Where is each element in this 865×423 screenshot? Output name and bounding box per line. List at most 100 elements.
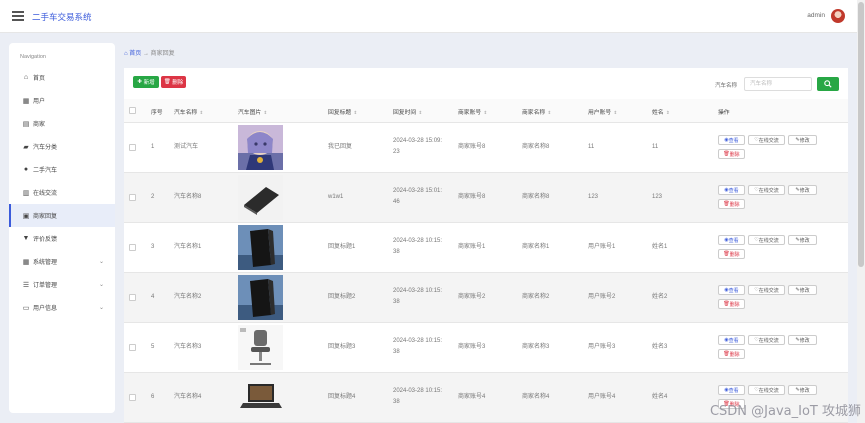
row-checkbox[interactable]	[129, 344, 136, 351]
search-input[interactable]: 汽车名称	[744, 77, 812, 91]
row-index: 3	[151, 244, 155, 250]
view-button[interactable]: ◉ 查看	[718, 335, 745, 345]
user-card-icon: ▭	[22, 304, 30, 312]
car-name: 测试汽车	[174, 144, 199, 150]
sidebar-item-5[interactable]: ▥ 在线交流	[9, 181, 115, 204]
edit-button[interactable]: ✎ 修改	[788, 285, 817, 295]
action-label: 删除	[729, 351, 740, 358]
row-delete-button[interactable]: 🗑 删除	[718, 249, 745, 259]
sidebar-item-label: 系统管理	[33, 260, 58, 266]
row-delete-button[interactable]: 🗑 删除	[718, 299, 745, 309]
menu-toggle-icon[interactable]	[12, 11, 24, 21]
reply-time: 2024-03-28 10:15:	[393, 288, 443, 294]
chat-button[interactable]: ♡ 在线交流	[748, 135, 785, 145]
chat-button[interactable]: ♡ 在线交流	[748, 235, 785, 245]
sort-icon[interactable]: ⇕	[612, 110, 617, 115]
breadcrumb-home[interactable]: ⌂ 首页	[124, 51, 141, 57]
row-delete-button[interactable]: 🗑 删除	[718, 349, 745, 359]
sort-icon[interactable]: ⇕	[417, 110, 422, 115]
sort-icon[interactable]: ⇕	[262, 110, 267, 115]
user-name: 姓名4	[652, 394, 668, 400]
sidebar-item-0[interactable]: ⌂ 首页	[9, 66, 115, 89]
feedback-icon: ▼	[22, 235, 30, 242]
row-checkbox[interactable]	[129, 394, 136, 401]
sort-icon[interactable]: ⇕	[546, 110, 551, 115]
merchant-name: 商家名称8	[522, 144, 550, 150]
username[interactable]: admin	[807, 12, 825, 19]
chat-button[interactable]: ♡ 在线交流	[748, 185, 785, 195]
chat-button[interactable]: ♡ 在线交流	[748, 285, 785, 295]
sidebar-item-2[interactable]: ▤ 商家	[9, 112, 115, 135]
column-header[interactable]: 汽车名称 ⇕	[174, 107, 203, 116]
reply-title: 回复标题3	[328, 344, 356, 350]
plus-icon: ✚	[137, 79, 143, 85]
sidebar-item-6[interactable]: ▣ 商家回复	[9, 204, 115, 227]
sidebar-item-1[interactable]: ▦ 用户	[9, 89, 115, 112]
column-header[interactable]: 回复时间 ⇕	[393, 107, 422, 116]
view-button[interactable]: ◉ 查看	[718, 185, 745, 195]
sidebar-item-3[interactable]: ▰ 汽车分类	[9, 135, 115, 158]
sort-icon[interactable]: ⇕	[665, 110, 670, 115]
view-button[interactable]: ◉ 查看	[718, 135, 745, 145]
action-label: 在线交流	[758, 137, 779, 144]
row-delete-button[interactable]: 🗑 删除	[718, 149, 745, 159]
action-label: 在线交流	[758, 337, 779, 344]
column-header[interactable]: 回复标题 ⇕	[328, 107, 357, 116]
avatar[interactable]	[831, 9, 845, 23]
search-button[interactable]	[817, 77, 839, 91]
edit-button[interactable]: ✎ 修改	[788, 335, 817, 345]
select-all-checkbox[interactable]	[129, 107, 136, 114]
table-row: 3 汽车名称1 回复标题1 商家账号1 商家名称1 用户账号1 姓名1 2024-03-28 …	[124, 223, 848, 273]
car-icon: ▰	[23, 143, 29, 151]
reply-title: 我已回复	[328, 144, 353, 150]
row-delete-button[interactable]: 🗑 删除	[718, 199, 745, 209]
scroll-thumb[interactable]	[858, 2, 864, 267]
row-checkbox[interactable]	[129, 244, 136, 251]
sidebar-item-7[interactable]: ▼ 评价反馈	[9, 227, 115, 250]
action-label: 修改	[799, 287, 810, 294]
row-index: 5	[151, 344, 155, 350]
reply-time: 2024-03-28 15:09:	[393, 138, 443, 144]
delete-button[interactable]: 🗑 删除	[161, 76, 186, 88]
chat-button[interactable]: ♡ 在线交流	[748, 385, 785, 395]
view-button[interactable]: ◉ 查看	[718, 385, 745, 395]
merchant-account: 商家账号4	[458, 394, 486, 400]
column-header[interactable]: 姓名 ⇕	[652, 107, 670, 116]
merchant-name: 商家名称8	[522, 194, 550, 200]
view-button[interactable]: ◉ 查看	[718, 285, 745, 295]
main-panel: ✚ 新增 🗑 删除 汽车名称 汽车名称 序号 汽车名称 ⇕ 汽车图片 ⇕ 回复标题 ⇕…	[124, 68, 848, 423]
page-scrollbar[interactable]	[857, 0, 865, 423]
sidebar-item-8[interactable]: ▦ 系统管理 ⌄	[9, 250, 115, 273]
sidebar-item-9[interactable]: ☰ 订单管理 ⌄	[9, 273, 115, 296]
chat-button[interactable]: ♡ 在线交流	[748, 335, 785, 345]
action-label: 查看	[728, 337, 739, 344]
row-checkbox[interactable]	[129, 294, 136, 301]
column-header[interactable]: 汽车图片 ⇕	[238, 107, 267, 116]
row-checkbox[interactable]	[129, 194, 136, 201]
sort-icon[interactable]: ⇕	[482, 110, 487, 115]
row-checkbox[interactable]	[129, 144, 136, 151]
column-header[interactable]: 商家账号 ⇕	[458, 107, 487, 116]
edit-button[interactable]: ✎ 修改	[788, 185, 817, 195]
action-label: 修改	[799, 237, 810, 244]
column-header[interactable]: 商家名称 ⇕	[522, 107, 551, 116]
edit-button[interactable]: ✎ 修改	[788, 385, 817, 395]
reply-icon: ▣	[22, 212, 30, 220]
edit-button[interactable]: ✎ 修改	[788, 135, 817, 145]
car-name: 汽车名称8	[174, 194, 202, 200]
person-icon: ●	[23, 166, 29, 173]
sort-icon[interactable]: ⇕	[352, 110, 357, 115]
edit-button[interactable]: ✎ 修改	[788, 235, 817, 245]
add-button[interactable]: ✚ 新增	[133, 76, 159, 88]
chart-icon: ▥	[22, 189, 30, 197]
car-name: 汽车名称2	[174, 294, 202, 300]
sidebar-item-4[interactable]: ● 二手汽车	[9, 158, 115, 181]
sort-icon[interactable]: ⇕	[198, 110, 203, 115]
view-button[interactable]: ◉ 查看	[718, 235, 745, 245]
sidebar-item-label: 用户信息	[33, 306, 58, 312]
sidebar-item-10[interactable]: ▭ 用户信息 ⌄	[9, 296, 115, 319]
action-label: 查看	[728, 187, 739, 194]
breadcrumb-current: 商家回复	[150, 51, 175, 57]
user-name: 11	[652, 144, 659, 150]
column-header[interactable]: 用户账号 ⇕	[588, 107, 617, 116]
